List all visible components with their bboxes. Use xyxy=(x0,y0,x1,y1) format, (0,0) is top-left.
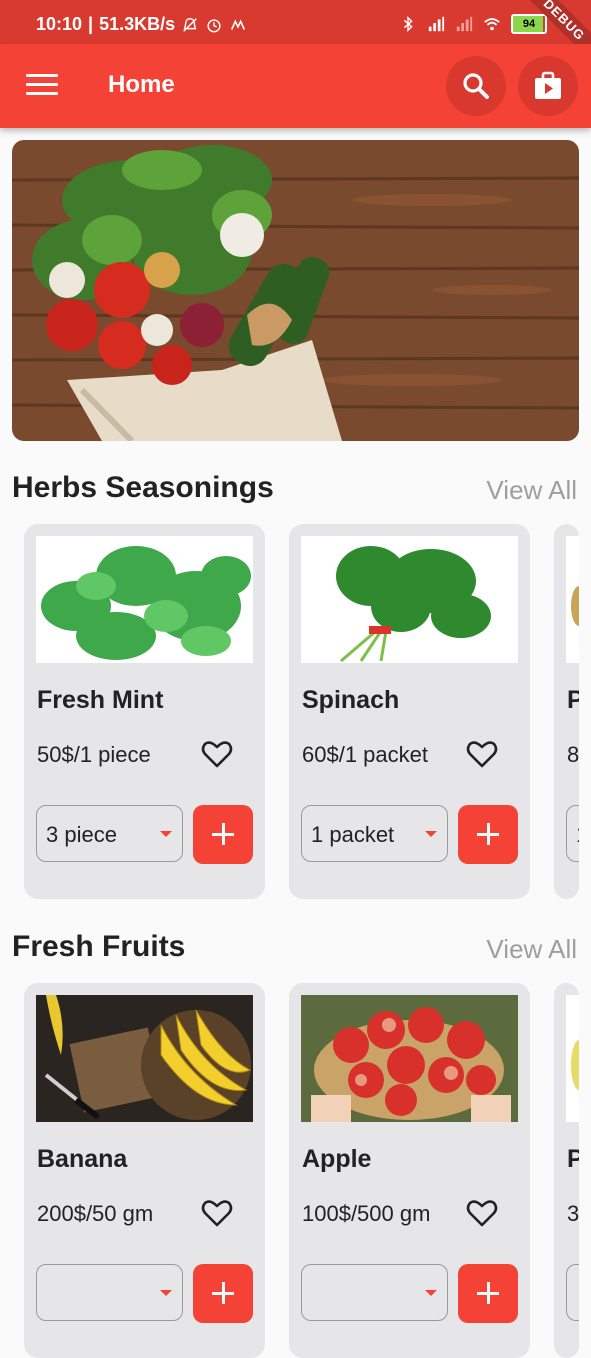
product-image-spinach xyxy=(301,536,518,663)
product-image-partial-2 xyxy=(566,995,579,1122)
section-title-fruits: Fresh Fruits xyxy=(12,930,186,963)
add-to-cart-button[interactable] xyxy=(193,1264,253,1323)
product-card-fresh-mint[interactable]: Fresh Mint 50$/1 piece 3 piece xyxy=(24,524,265,899)
product-price: 60$/1 packet xyxy=(302,742,428,767)
favorite-heart-icon[interactable] xyxy=(201,738,233,770)
view-all-herbs-link[interactable]: View All xyxy=(486,475,577,506)
status-right: 94 xyxy=(399,14,547,34)
app-bar: Home xyxy=(0,44,591,128)
app-notification-icon xyxy=(231,19,246,30)
view-all-fruits-link[interactable]: View All xyxy=(486,934,577,965)
bluetooth-icon xyxy=(403,15,413,33)
quantity-value: 3 piece xyxy=(46,822,117,847)
product-name: P xyxy=(567,686,579,714)
quantity-value: 1 packet xyxy=(311,822,395,847)
product-card-apple[interactable]: Apple 100$/500 gm xyxy=(289,983,530,1358)
signal-secondary-icon xyxy=(456,16,473,32)
product-price: 200$/50 gm xyxy=(37,1201,154,1226)
status-separator: | xyxy=(88,14,94,34)
quantity-dropdown[interactable] xyxy=(566,1264,579,1321)
product-image-partial xyxy=(566,536,579,663)
vegetables-banner-image xyxy=(12,140,579,441)
add-to-cart-button[interactable] xyxy=(458,1264,518,1323)
alarm-icon xyxy=(207,18,221,32)
product-card-spinach[interactable]: Spinach 60$/1 packet 1 packet xyxy=(289,524,530,899)
status-time: 10:10 xyxy=(36,14,83,34)
product-image-banana xyxy=(36,995,253,1122)
product-image-fresh-mint xyxy=(36,536,253,663)
product-card-banana[interactable]: Banana 200$/50 gm xyxy=(24,983,265,1358)
menu-icon[interactable] xyxy=(26,74,58,98)
status-bar: 10:10 | 51.3KB/s 94 DEBUG xyxy=(0,0,591,74)
product-card-partial[interactable]: P 8 1 xyxy=(554,524,579,899)
status-left: 10:10 | 51.3KB/s xyxy=(36,14,247,35)
quantity-dropdown[interactable]: 3 piece xyxy=(36,805,183,862)
shopping-bag-icon xyxy=(535,71,561,99)
product-price: 50$/1 piece xyxy=(37,742,151,767)
product-card-partial-2[interactable]: P 3 xyxy=(554,983,579,1358)
quantity-dropdown[interactable] xyxy=(36,1264,183,1321)
cart-button[interactable] xyxy=(518,56,578,116)
product-price: 3 xyxy=(567,1201,579,1226)
product-name: P xyxy=(567,1145,579,1173)
product-price: 8 xyxy=(567,742,579,767)
wifi-icon xyxy=(484,18,500,31)
favorite-heart-icon[interactable] xyxy=(201,1197,233,1229)
product-price: 100$/500 gm xyxy=(302,1201,431,1226)
signal-icon xyxy=(428,16,445,32)
chevron-down-icon xyxy=(160,831,172,837)
search-button[interactable] xyxy=(446,56,506,116)
section-title-herbs: Herbs Seasonings xyxy=(12,471,274,504)
battery-icon: 94 xyxy=(511,14,547,34)
product-name: Apple xyxy=(302,1145,372,1173)
quantity-dropdown[interactable] xyxy=(301,1264,448,1321)
product-name: Banana xyxy=(37,1145,128,1173)
chevron-down-icon xyxy=(425,831,437,837)
chevron-down-icon xyxy=(425,1290,437,1296)
quantity-value: 1 xyxy=(576,822,579,848)
chevron-down-icon xyxy=(160,1290,172,1296)
promo-banner[interactable] xyxy=(12,140,579,441)
battery-level: 94 xyxy=(522,18,536,30)
favorite-heart-icon[interactable] xyxy=(466,738,498,770)
status-speed: 51.3KB/s xyxy=(99,14,176,34)
quantity-dropdown[interactable]: 1 xyxy=(566,805,579,862)
add-to-cart-button[interactable] xyxy=(458,805,518,864)
product-name: Spinach xyxy=(302,686,400,714)
page-title: Home xyxy=(108,71,175,98)
quantity-dropdown[interactable]: 1 packet xyxy=(301,805,448,862)
mute-bell-icon xyxy=(183,17,197,32)
product-image-apple xyxy=(301,995,518,1122)
add-to-cart-button[interactable] xyxy=(193,805,253,864)
favorite-heart-icon[interactable] xyxy=(466,1197,498,1229)
product-name: Fresh Mint xyxy=(37,686,164,714)
search-icon xyxy=(463,73,489,99)
